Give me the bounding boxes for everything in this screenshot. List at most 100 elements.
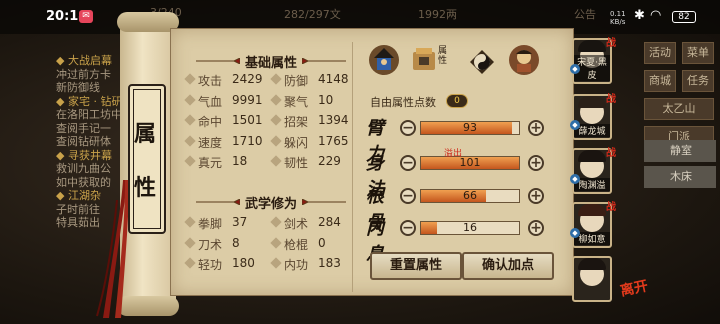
bluetooth-icon: ✱ — [634, 8, 645, 23]
basic-stat: 聚气 10 — [270, 91, 356, 111]
party-member-portrait[interactable] — [572, 256, 612, 302]
basic-stat: 韧性 229 — [270, 152, 356, 172]
decrease-button[interactable]: − — [400, 120, 416, 136]
divider-ornament-icon — [302, 199, 346, 205]
decrease-button[interactable]: − — [400, 220, 416, 236]
side-button-activity[interactable]: 活动 — [644, 42, 676, 64]
side-button-menu[interactable]: 菜单 — [682, 42, 714, 64]
stat-value: 183 — [318, 256, 341, 270]
background-resource-bar: 3/240 282/297文 1992两 公告 — [150, 0, 610, 24]
companion-icon[interactable] — [508, 44, 540, 76]
reset-attributes-button[interactable]: 重置属性 — [370, 252, 462, 280]
stat-name: 刀术 — [198, 237, 223, 252]
divider-ornament-icon — [196, 199, 240, 205]
equipment-icon — [413, 48, 435, 70]
page-title-char: 性 — [133, 175, 156, 201]
background-notice: 公告 — [574, 8, 596, 21]
stat-value: 8 — [232, 235, 240, 250]
game-screen: 20:14 ✉ 0.11KB/s ✱ ◠ 82 3/240 282/297文 1… — [0, 0, 720, 324]
basic-stat: 躲闪 1765 — [270, 132, 356, 152]
increase-button[interactable]: + — [528, 120, 544, 136]
martial-stat: 剑术 284 — [270, 213, 356, 233]
party-member-portrait[interactable]: 柳如意战 ◆ — [570, 202, 616, 248]
avatar-hair — [578, 40, 606, 52]
side-tab-meditation[interactable]: 静室 — [644, 140, 716, 162]
stat-bullet-icon — [184, 236, 196, 249]
increase-button[interactable]: + — [528, 188, 544, 204]
decrease-button[interactable]: − — [400, 155, 416, 171]
allocation-bar: 16 — [420, 221, 520, 235]
stat-name: 枪棍 — [284, 237, 309, 252]
battle-badge: 战 — [606, 202, 616, 213]
stat-name: 韧性 — [284, 156, 309, 170]
side-button-location[interactable]: 太乙山 — [644, 98, 714, 120]
stat-value: 1765 — [318, 133, 349, 148]
decrease-button[interactable]: − — [400, 188, 416, 204]
stat-value: 284 — [318, 215, 341, 229]
stat-value: 229 — [318, 154, 341, 168]
stat-bullet-icon — [270, 257, 282, 269]
stat-name: 剑术 — [284, 217, 309, 231]
allocation-bar: 66 — [420, 189, 520, 203]
stat-bullet-icon — [184, 114, 196, 126]
party-member-portrait[interactable]: 宋夏·黑皮战 ◆ — [570, 38, 616, 84]
side-menu: 活动 菜单 商城 任务 太乙山 门派 静室 木床 — [642, 40, 720, 320]
taiji-icon[interactable] — [466, 46, 498, 78]
member-status-icon: ◆ — [570, 120, 580, 130]
allocation-value: 16 — [463, 221, 477, 234]
increase-button[interactable]: + — [528, 220, 544, 236]
battle-badge: 战 — [606, 94, 616, 105]
stat-value: 2429 — [232, 72, 263, 86]
stat-bullet-icon — [270, 114, 282, 126]
background-resource: 282/297文 — [284, 8, 341, 21]
side-button-shop[interactable]: 商城 — [644, 70, 676, 92]
allocation-bar: 101 — [420, 156, 520, 170]
martial-skills-heading: 武学修为 — [196, 193, 346, 213]
allocation-value: 93 — [463, 121, 477, 134]
stat-name: 命中 — [198, 115, 223, 129]
free-points-value: 0 — [446, 94, 468, 108]
increase-button[interactable]: + — [528, 155, 544, 171]
stat-name: 聚气 — [284, 94, 309, 109]
tab-attributes[interactable]: 属性 — [410, 44, 450, 76]
stat-bullet-icon — [184, 134, 196, 147]
confirm-allocation-button[interactable]: 确认加点 — [462, 252, 554, 280]
basic-attributes-heading: 基础属性 — [196, 52, 346, 72]
basic-stat: 真元 18 — [184, 152, 270, 172]
basic-stat: 命中 1501 — [184, 111, 270, 131]
stat-name: 躲闪 — [284, 135, 309, 150]
party-member-portrait[interactable]: 陶渊溢战 ◆ — [570, 148, 616, 194]
basic-stat: 攻击 2429 — [184, 70, 270, 90]
stat-bullet-icon — [270, 73, 282, 85]
party-member-portrait[interactable]: 薛龙城战 ◆ — [570, 94, 616, 140]
avatar-hair — [578, 258, 606, 270]
stat-name: 拳脚 — [198, 217, 223, 231]
stat-bullet-icon — [184, 73, 196, 85]
stat-value: 1394 — [318, 113, 349, 127]
allocation-value: 101 — [459, 156, 481, 169]
member-status-icon: ◆ — [570, 228, 580, 238]
side-button-quest[interactable]: 任务 — [682, 70, 714, 92]
page-title: 属 性 — [128, 84, 166, 234]
battery-indicator: 82 — [672, 11, 696, 23]
stat-value: 9991 — [232, 92, 263, 107]
stat-name: 真元 — [198, 156, 223, 170]
stat-bullet-icon — [184, 93, 196, 106]
divider-ornament-icon — [196, 58, 240, 64]
stat-name: 轻功 — [198, 258, 223, 272]
basic-stat: 速度 1710 — [184, 132, 270, 152]
side-tab-bed[interactable]: 木床 — [644, 166, 716, 188]
stat-bullet-icon — [184, 216, 196, 228]
stat-name: 招架 — [284, 115, 309, 129]
network-speed: 0.11 KB/s — [610, 10, 626, 26]
stat-value: 37 — [232, 215, 248, 229]
background-resource: 1992两 — [418, 8, 457, 21]
overflow-note: 溢出 — [444, 149, 463, 159]
martial-stat: 轻功 180 — [184, 254, 270, 274]
stat-value: 1710 — [232, 133, 263, 148]
member-status-icon: ◆ — [570, 174, 580, 184]
character-icon[interactable] — [368, 44, 400, 76]
stat-bullet-icon — [270, 236, 282, 249]
stat-name: 防御 — [284, 74, 309, 88]
stat-bullet-icon — [270, 93, 282, 106]
